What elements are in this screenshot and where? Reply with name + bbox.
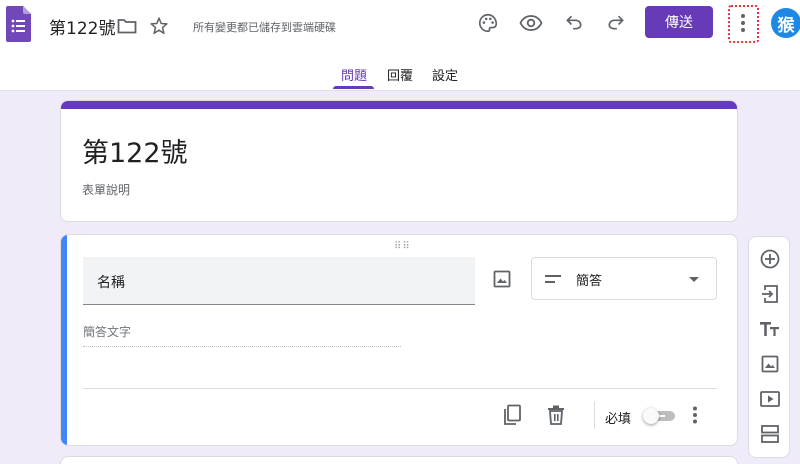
tab-questions[interactable]: 問題	[341, 65, 367, 84]
short-answer-icon	[545, 270, 563, 289]
required-toggle[interactable]	[643, 408, 675, 424]
redo-icon[interactable]	[605, 11, 627, 33]
question-type-dropdown[interactable]: 簡答	[531, 257, 717, 300]
required-label: 必填	[605, 412, 632, 427]
forms-logo-icon[interactable]	[6, 6, 31, 42]
form-title[interactable]: 第122號	[82, 131, 188, 170]
insert-image-icon[interactable]	[488, 265, 516, 293]
add-question-icon[interactable]	[758, 247, 782, 271]
import-question-icon[interactable]	[758, 282, 782, 306]
form-description[interactable]: 表單說明	[82, 181, 130, 198]
preview-eye-icon[interactable]	[519, 11, 543, 35]
active-tab-indicator	[333, 86, 374, 89]
delete-icon[interactable]	[544, 403, 568, 427]
title-card-accent	[61, 101, 737, 109]
floating-side-toolbar	[748, 236, 790, 458]
drag-handle-icon[interactable]: ⠿⠿	[394, 241, 411, 252]
document-title[interactable]: 第122號	[49, 14, 115, 39]
short-answer-placeholder: 簡答文字	[83, 323, 401, 347]
title-text-icon[interactable]	[758, 317, 782, 341]
question-title-field[interactable]: 名稱	[83, 257, 475, 305]
folder-icon[interactable]	[117, 17, 137, 35]
add-video-icon[interactable]	[758, 387, 782, 411]
duplicate-icon[interactable]	[500, 403, 524, 427]
active-card-indicator	[61, 235, 67, 445]
question-more-icon[interactable]	[683, 403, 707, 427]
palette-icon[interactable]	[476, 11, 500, 35]
send-button[interactable]: 傳送	[645, 6, 713, 38]
tab-responses[interactable]: 回覆	[387, 65, 413, 84]
undo-icon[interactable]	[563, 11, 585, 33]
star-icon[interactable]	[149, 16, 169, 36]
question-card[interactable]: ⠿⠿ 名稱 簡答 簡答文字 必填	[60, 234, 738, 446]
question-title-text: 名稱	[97, 275, 125, 291]
add-image-icon[interactable]	[758, 352, 782, 376]
form-title-card[interactable]: 第122號 表單說明	[60, 100, 738, 222]
dropdown-arrow-icon	[689, 277, 699, 282]
add-section-icon[interactable]	[758, 422, 782, 446]
save-status: 所有變更都已儲存到雲端硬碟	[193, 21, 336, 34]
toggle-thumb	[643, 408, 659, 424]
question-type-label: 簡答	[576, 274, 603, 289]
top-header: 第122號 所有變更都已儲存到雲端硬碟 傳送 猴 問題 回覆 設定	[0, 0, 800, 91]
question-footer-divider	[83, 388, 717, 389]
next-question-card[interactable]	[60, 456, 738, 464]
tab-bar: 問題 回覆 設定	[0, 60, 800, 91]
more-vert-icon[interactable]	[733, 9, 753, 37]
tab-settings[interactable]: 設定	[432, 65, 458, 84]
footer-vertical-divider	[594, 401, 595, 429]
account-avatar[interactable]: 猴	[771, 8, 800, 38]
